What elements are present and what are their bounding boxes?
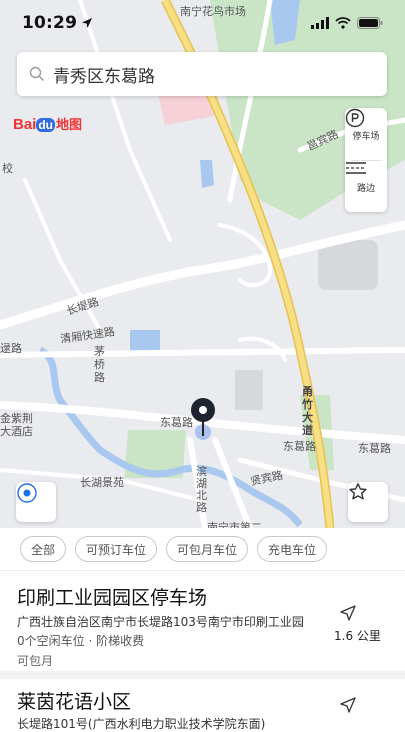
battery-icon (357, 17, 383, 29)
locate-icon (17, 483, 37, 503)
search-box[interactable]: 青秀区东葛路 (17, 52, 387, 96)
roadside-layer-label: 路边 (356, 183, 375, 194)
parking-layer-button[interactable]: 停车场 (345, 108, 387, 160)
navigate-icon[interactable] (340, 697, 356, 713)
wifi-icon (335, 17, 351, 29)
logo-map: 地图 (56, 117, 83, 132)
search-query: 青秀区东葛路 (53, 66, 155, 87)
logo-bai: Bai (13, 116, 37, 133)
favorite-button[interactable] (348, 482, 388, 522)
filter-reservable[interactable]: 可预订车位 (75, 536, 158, 562)
star-icon (349, 483, 367, 500)
navigate-icon[interactable] (340, 605, 356, 621)
item-name: 莱茵花语小区 (17, 691, 132, 713)
map-label-road-left: 逯路 (0, 342, 22, 355)
item-detail: 0个空闲车位 · 阶梯收费 (17, 634, 145, 648)
map-label-dongge-road-right: 东葛路 (358, 442, 391, 455)
signal-icon (311, 17, 329, 29)
map-tool-panel: 停车场 路边 (345, 108, 387, 212)
baidu-map-logo: Bai du 地图 (13, 114, 82, 133)
roadside-layer-button[interactable]: 路边 (345, 160, 387, 212)
item-name: 印刷工业园园区停车场 (17, 587, 208, 609)
location-arrow-icon (82, 18, 93, 28)
status-bar: 10:29 (0, 0, 405, 46)
search-icon (29, 66, 44, 81)
filter-all[interactable]: 全部 (20, 536, 67, 562)
item-address: 广西壮族自治区南宁市长堤路103号南宁市印刷工业园 (17, 615, 304, 629)
filter-charging[interactable]: 充电车位 (257, 536, 328, 562)
item-tag: 可包月 (17, 654, 54, 668)
item-address: 长堤路101号(广西水利电力职业技术学院东面) (17, 717, 266, 731)
parking-list: 印刷工业园园区停车场 广西壮族自治区南宁市长堤路103号南宁市印刷工业园 0个空… (0, 570, 405, 731)
status-time: 10:29 (22, 13, 78, 33)
map-label-binhu-north-road: 滨湖北路 (196, 465, 207, 514)
map-label-changhu-garden: 长湖景苑 (80, 476, 124, 489)
filter-bar: 全部 可预订车位 可包月车位 充电车位 (0, 528, 405, 570)
parking-layer-label: 停车场 (352, 131, 380, 142)
map-label-bottom: 南宁市第二 (207, 521, 262, 528)
list-item[interactable]: 莱茵花语小区 长堤路101号(广西水利电力职业技术学院东面) (0, 679, 405, 731)
list-item[interactable]: 印刷工业园园区停车场 广西壮族自治区南宁市长堤路103号南宁市印刷工业园 0个空… (0, 571, 405, 671)
locate-button[interactable] (16, 482, 56, 522)
map-label-dongge-road-mid: 东葛路 (283, 440, 316, 453)
item-distance: 1.6 公里 (334, 629, 381, 643)
divider (0, 671, 405, 679)
logo-du: du (36, 118, 56, 132)
parking-icon (345, 108, 365, 128)
map-label-school: 校 (2, 162, 13, 175)
filter-monthly[interactable]: 可包月车位 (166, 536, 249, 562)
map-label-dongge-road-left: 东葛路 (160, 416, 193, 429)
map-label-hotel: 金紫荆 大酒店 (0, 412, 33, 438)
map-label-yongzhu-avenue: 甬竹大道 (302, 385, 313, 437)
roadside-icon (346, 162, 366, 174)
map-label-maoqiao-road: 茅桥路 (94, 345, 105, 384)
